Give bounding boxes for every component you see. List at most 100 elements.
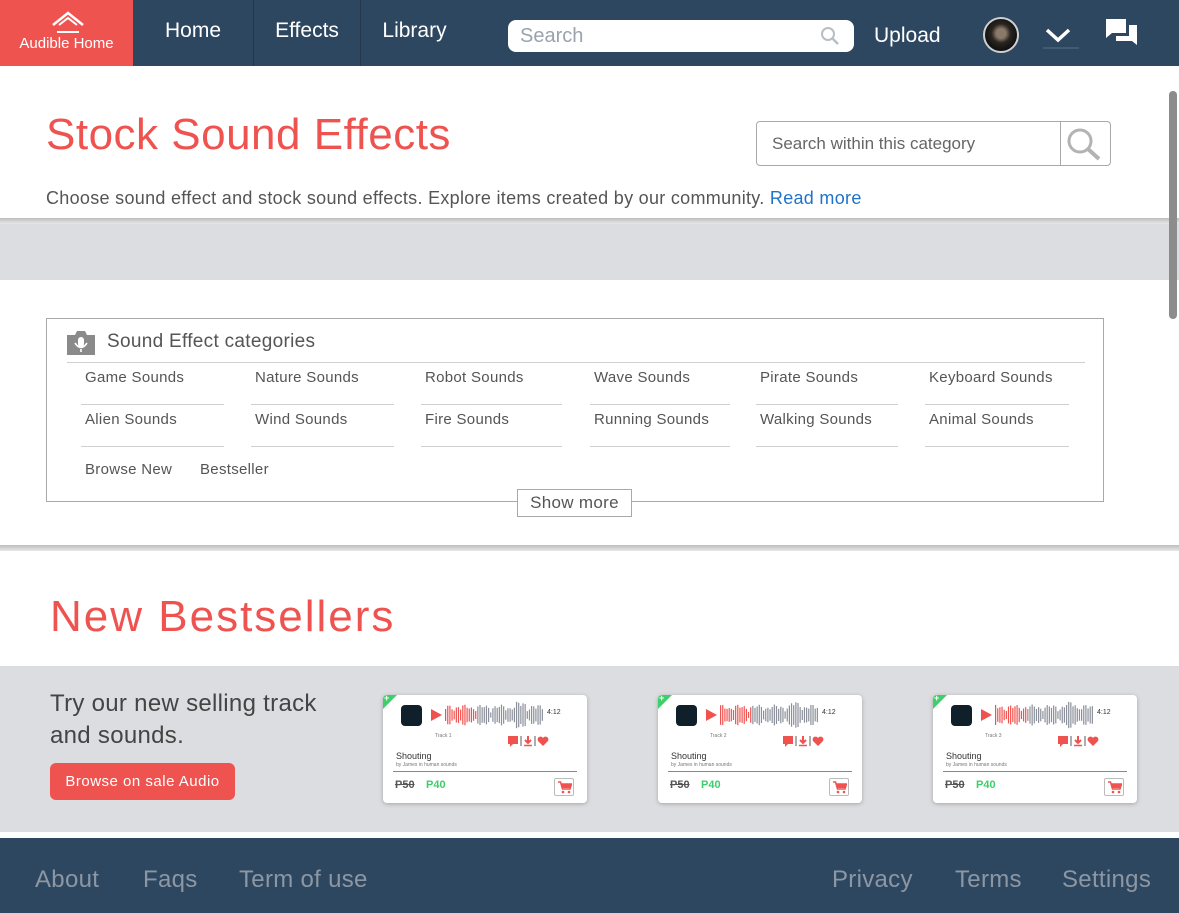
waveform-bar (1044, 707, 1046, 723)
add-to-cart-button[interactable] (554, 778, 574, 796)
waveform-bar (445, 709, 447, 721)
waveform-bar (475, 711, 477, 719)
waveform-bar (724, 708, 726, 722)
play-icon[interactable] (981, 709, 992, 721)
category-robot-sounds[interactable]: Robot Sounds (421, 363, 562, 405)
category-walking-sounds[interactable]: Walking Sounds (756, 405, 898, 447)
read-more-link[interactable]: Read more (770, 188, 862, 208)
download-icon[interactable] (799, 736, 807, 747)
footer-faqs-link[interactable]: Faqs (143, 866, 198, 894)
waveform-bar (780, 706, 782, 724)
footer-settings-link[interactable]: Settings (1062, 866, 1151, 894)
add-to-cart-button[interactable] (829, 778, 849, 796)
category-nature-sounds[interactable]: Nature Sounds (251, 363, 394, 405)
category-keyboard-sounds[interactable]: Keyboard Sounds (925, 363, 1069, 405)
sale-price: P40 (426, 779, 446, 791)
heart-icon[interactable] (537, 736, 549, 746)
waveform-bar (1042, 711, 1044, 719)
comment-icon[interactable] (508, 736, 518, 747)
waveform-bar (726, 708, 728, 722)
comment-icon[interactable] (1058, 736, 1068, 747)
category-animal-sounds[interactable]: Animal Sounds (925, 405, 1069, 447)
waveform-bar (503, 706, 505, 724)
footer-terms-link[interactable]: Terms (955, 866, 1022, 894)
search-icon[interactable] (820, 26, 840, 46)
waveform-bar (524, 703, 526, 727)
waveform-bar (1014, 706, 1016, 724)
heart-icon[interactable] (1087, 736, 1099, 746)
waveform-bar (741, 707, 743, 723)
show-more-button[interactable]: Show more (517, 489, 632, 517)
nav-home-label: Home (164, 19, 222, 42)
waveform-bar (505, 710, 507, 720)
waveform-bar (999, 707, 1001, 723)
app-icon (951, 705, 972, 726)
waveform-bar (1070, 702, 1072, 728)
browse-sale-audio-button[interactable]: Browse on sale Audio (50, 763, 235, 800)
download-icon[interactable] (1074, 736, 1082, 747)
waveform-bar (455, 707, 457, 723)
category-running-sounds[interactable]: Running Sounds (590, 405, 730, 447)
upload-link[interactable]: Upload (874, 24, 941, 48)
search-icon[interactable] (1064, 126, 1104, 162)
microphone-folder-icon (67, 331, 95, 355)
footer-terms-of-use-link[interactable]: Term of use (239, 866, 368, 894)
promo-text: Try our new selling track and sounds. (50, 690, 317, 749)
waveform-bar (509, 708, 511, 722)
play-icon[interactable] (706, 709, 717, 721)
category-wave-sounds[interactable]: Wave Sounds (590, 363, 730, 405)
category-wind-sounds[interactable]: Wind Sounds (251, 405, 394, 447)
waveform[interactable] (445, 701, 545, 729)
logo-text: Audible Home (19, 35, 114, 52)
waveform-bar (1012, 708, 1014, 722)
footer-privacy-link[interactable]: Privacy (832, 866, 913, 894)
search-input[interactable] (520, 24, 810, 48)
bestseller-link[interactable]: Bestseller (200, 461, 269, 478)
waveform-bar (1065, 704, 1068, 726)
nav-library[interactable]: Library (360, 0, 468, 66)
waveform-bar (457, 707, 460, 723)
waveform-bar (1063, 707, 1065, 723)
waveform-bar (1031, 704, 1033, 726)
chevron-down-icon[interactable] (1043, 24, 1079, 50)
waveform-bar (1081, 709, 1083, 721)
waveform-bar (1078, 709, 1081, 721)
cart-icon (1108, 781, 1122, 794)
heart-icon[interactable] (812, 736, 824, 746)
logo[interactable]: Audible Home (0, 0, 133, 66)
chat-icon[interactable] (1104, 17, 1140, 49)
track-card-2[interactable]: + 4:12 Track 2 Shouting by James in huma… (658, 695, 862, 803)
waveform-bar (784, 711, 786, 719)
card-actions (1058, 736, 1099, 747)
waveform-bar (515, 701, 518, 729)
waveform-bar (511, 709, 513, 721)
waveform[interactable] (720, 701, 820, 729)
house-icon (52, 11, 84, 33)
waveform-bar (477, 706, 479, 724)
footer-about-link[interactable]: About (35, 866, 99, 894)
waveform-bar (1061, 706, 1063, 724)
waveform-bar (1091, 706, 1093, 724)
waveform-bar (810, 705, 812, 725)
track-card-3[interactable]: + 4:12 Track 3 Shouting by James in huma… (933, 695, 1137, 803)
nav-effects[interactable]: Effects (253, 0, 360, 66)
browse-new-link[interactable]: Browse New (85, 461, 172, 478)
avatar[interactable] (983, 17, 1019, 53)
category-game-sounds[interactable]: Game Sounds (81, 363, 224, 405)
category-search-input[interactable] (772, 131, 1052, 157)
add-to-cart-button[interactable] (1104, 778, 1124, 796)
waveform-bar (1025, 707, 1027, 723)
category-search-box (756, 121, 1111, 166)
category-pirate-sounds[interactable]: Pirate Sounds (756, 363, 898, 405)
category-alien-sounds[interactable]: Alien Sounds (81, 405, 224, 447)
nav-home[interactable]: Home (133, 0, 253, 66)
comment-icon[interactable] (783, 736, 793, 747)
track-card-1[interactable]: + 4:12 Track 1 Shouting by James in huma… (383, 695, 587, 803)
download-icon[interactable] (524, 736, 532, 747)
song-title: Shouting (671, 751, 707, 761)
category-fire-sounds[interactable]: Fire Sounds (421, 405, 562, 447)
waveform-bar (492, 708, 494, 722)
scrollbar[interactable] (1169, 91, 1177, 319)
play-icon[interactable] (431, 709, 442, 721)
waveform[interactable] (995, 701, 1095, 729)
